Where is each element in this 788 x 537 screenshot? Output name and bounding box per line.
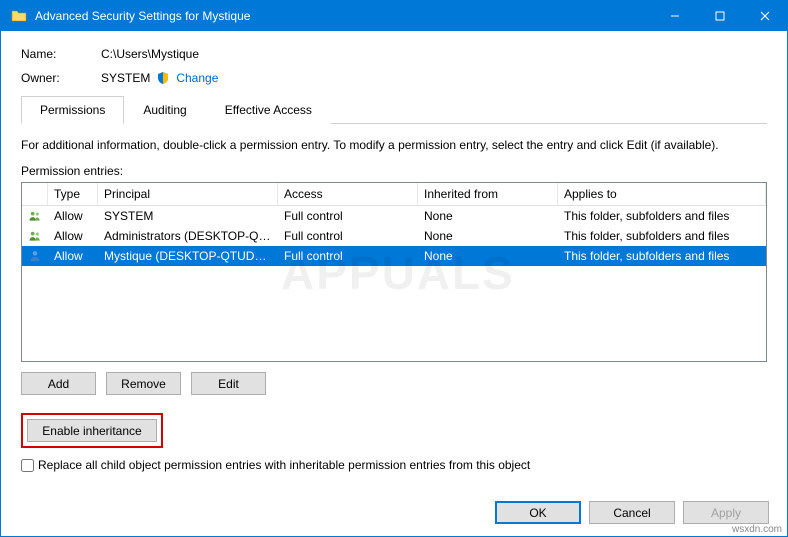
col-type[interactable]: Type — [48, 183, 98, 205]
cell-access: Full control — [278, 248, 418, 264]
tab-permissions[interactable]: Permissions — [21, 96, 124, 124]
table-row[interactable]: AllowMystique (DESKTOP-QTUD8T...Full con… — [22, 246, 766, 266]
person-icon — [22, 248, 48, 264]
tab-effective-access[interactable]: Effective Access — [206, 96, 331, 124]
people-icon — [22, 208, 48, 224]
cell-type: Allow — [48, 228, 98, 244]
table-row[interactable]: AllowSYSTEMFull controlNoneThis folder, … — [22, 206, 766, 226]
col-icon[interactable] — [22, 183, 48, 205]
name-value: C:\Users\Mystique — [101, 47, 199, 61]
cancel-button[interactable]: Cancel — [589, 501, 675, 524]
permission-grid[interactable]: Type Principal Access Inherited from App… — [21, 182, 767, 362]
apply-button[interactable]: Apply — [683, 501, 769, 524]
cell-applies: This folder, subfolders and files — [558, 208, 766, 224]
window-title: Advanced Security Settings for Mystique — [35, 9, 652, 23]
cell-principal: Administrators (DESKTOP-QT... — [98, 228, 278, 244]
cell-applies: This folder, subfolders and files — [558, 228, 766, 244]
cell-inherited: None — [418, 208, 558, 224]
close-button[interactable] — [742, 1, 787, 31]
col-access[interactable]: Access — [278, 183, 418, 205]
cell-inherited: None — [418, 248, 558, 264]
add-button[interactable]: Add — [21, 372, 96, 395]
cell-access: Full control — [278, 208, 418, 224]
col-applies[interactable]: Applies to — [558, 183, 766, 205]
minimize-button[interactable] — [652, 1, 697, 31]
owner-label: Owner: — [21, 71, 101, 85]
folder-icon — [9, 6, 29, 26]
cell-type: Allow — [48, 208, 98, 224]
cell-principal: Mystique (DESKTOP-QTUD8T... — [98, 248, 278, 264]
entries-label: Permission entries: — [21, 164, 767, 178]
col-principal[interactable]: Principal — [98, 183, 278, 205]
shield-icon — [156, 71, 170, 85]
content: Name: C:\Users\Mystique Owner: SYSTEM Ch… — [1, 31, 787, 482]
tab-auditing[interactable]: Auditing — [124, 96, 205, 124]
replace-checkbox[interactable] — [21, 459, 34, 472]
cell-type: Allow — [48, 248, 98, 264]
cell-applies: This folder, subfolders and files — [558, 248, 766, 264]
cell-principal: SYSTEM — [98, 208, 278, 224]
footer-buttons: OK Cancel Apply — [495, 501, 769, 524]
grid-header: Type Principal Access Inherited from App… — [22, 183, 766, 206]
enable-inheritance-button[interactable]: Enable inheritance — [27, 419, 157, 442]
change-owner-link[interactable]: Change — [176, 71, 218, 85]
remove-button[interactable]: Remove — [106, 372, 181, 395]
window: Advanced Security Settings for Mystique … — [0, 0, 788, 537]
ok-button[interactable]: OK — [495, 501, 581, 524]
table-row[interactable]: AllowAdministrators (DESKTOP-QT...Full c… — [22, 226, 766, 246]
name-label: Name: — [21, 47, 101, 61]
enable-inheritance-highlight: Enable inheritance — [21, 413, 163, 448]
tabs: Permissions Auditing Effective Access — [21, 95, 767, 124]
maximize-button[interactable] — [697, 1, 742, 31]
col-inherited[interactable]: Inherited from — [418, 183, 558, 205]
cell-inherited: None — [418, 228, 558, 244]
replace-label: Replace all child object permission entr… — [38, 458, 530, 472]
edit-button[interactable]: Edit — [191, 372, 266, 395]
cell-access: Full control — [278, 228, 418, 244]
info-text: For additional information, double-click… — [21, 138, 767, 152]
owner-value: SYSTEM — [101, 71, 150, 85]
people-icon — [22, 228, 48, 244]
titlebar: Advanced Security Settings for Mystique — [1, 1, 787, 31]
